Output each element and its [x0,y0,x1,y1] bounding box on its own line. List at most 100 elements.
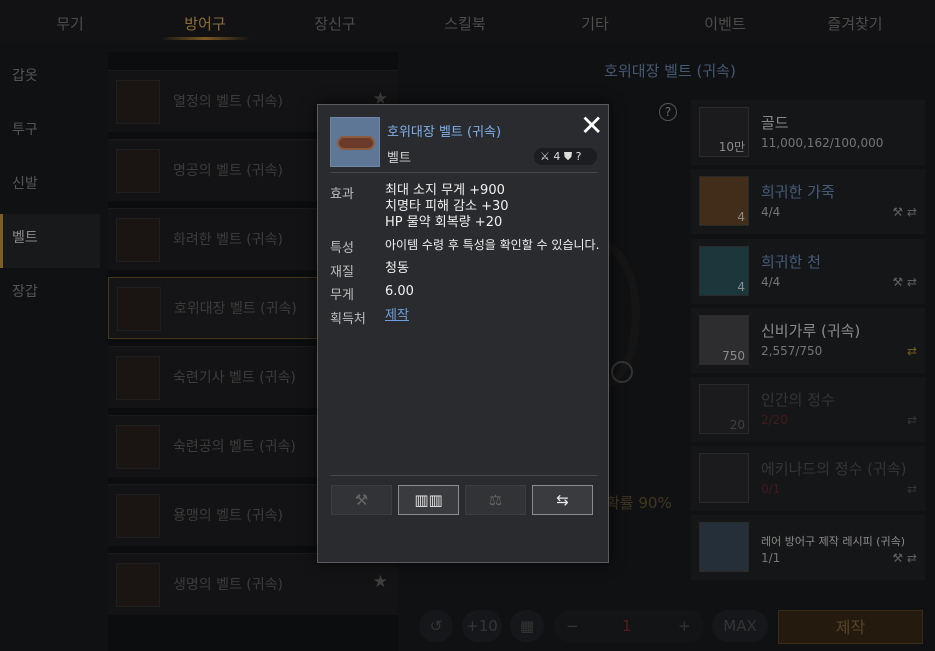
crafting-screen: 무기 방어구 장신구 스킬북 기타 이벤트 즐겨찾기 갑옷 투구 신발 벨트 장… [0,0,935,651]
side-item-gloves[interactable]: 장갑 [0,268,100,322]
magnify-icon[interactable] [611,361,633,383]
item-thumbnail [116,494,160,538]
material-amount: 0/1 [761,482,781,496]
weight-label: 무게 [330,288,354,303]
material-name: 에키나드의 정수 (귀속) [761,460,907,478]
essence-icon [699,453,749,503]
material-label: 재질 [330,265,354,280]
scale-icon[interactable]: ⚖ [465,485,526,515]
material-name: 레어 방어구 제작 레시피 (귀속) [761,535,906,548]
equip-icon[interactable]: ⇆ [532,485,593,515]
tooltip-item-name: 호위대장 벨트 (귀속) [387,125,502,140]
reset-button[interactable]: ↺ [419,610,453,642]
source-link[interactable]: 제작 [385,308,409,324]
plus-button[interactable]: + [678,610,691,642]
category-tabs: 무기 방어구 장신구 스킬북 기타 이벤트 즐겨찾기 [0,0,935,42]
leather-icon: 4 [699,176,749,226]
material-amount: 4/4 [761,205,781,219]
material-name: 희귀한 천 [761,253,821,271]
material-row[interactable]: 20 인간의 정수 2/20 ⇄ [691,377,925,442]
minus-button[interactable]: − [566,610,579,642]
item-name: 용맹의 벨트 (귀속) [173,508,283,524]
divider [330,172,598,173]
effect-line: 최대 소지 무게 +900 [385,183,505,198]
material-row[interactable]: 4 희귀한 가죽 4/4 ⚒ ⇄ [691,169,925,234]
material-row[interactable]: 에키나드의 정수 (귀속) 0/1 ⇄ [691,446,925,511]
item-name: 열정의 벨트 (귀속) [173,94,283,110]
success-rate: 확률 90% [606,494,672,512]
item-thumbnail [116,149,160,193]
material-row[interactable]: 레어 방어구 제작 레시피 (귀속) 1/1 ⚒ ⇄ [691,515,925,580]
craft-exchange-icon[interactable]: ⚒ ⇄ [892,551,917,565]
belt-icon [330,117,380,167]
weight-value: 6.00 [385,284,414,299]
source-label: 획득처 [330,312,366,327]
item-thumbnail [116,356,160,400]
effect-label: 효과 [330,187,354,202]
recipe-icon [699,522,749,572]
compare-icon[interactable]: ▥▥ [398,485,459,515]
material-name: 신비가루 (귀속) [761,322,861,340]
help-icon[interactable]: ? [659,103,677,121]
sub-category-menu: 갑옷 투구 신발 벨트 장갑 [0,52,100,322]
favorite-star-icon[interactable]: ★ [373,572,388,592]
material-name: 희귀한 가죽 [761,183,835,201]
material-amount: 2,557/750 [761,344,823,358]
item-thumbnail [116,425,160,469]
tab-weapon[interactable]: 무기 [0,0,140,42]
trait-label: 특성 [330,241,354,256]
material-row[interactable]: 4 희귀한 천 4/4 ⚒ ⇄ [691,239,925,304]
item-thumbnail [116,80,160,124]
material-value: 청동 [385,261,409,276]
item-name: 명공의 벨트 (귀속) [173,163,283,179]
tab-event[interactable]: 이벤트 [660,0,790,42]
quantity-value[interactable]: 1 [622,610,632,642]
side-item-helmet[interactable]: 투구 [0,106,100,160]
material-name: 인간의 정수 [761,391,835,409]
item-thumbnail [117,287,161,331]
anvil-icon[interactable]: ⚒ [331,485,392,515]
exchange-icon[interactable]: ⇄ [907,482,917,496]
calculator-button[interactable]: ▦ [510,610,544,642]
side-item-armor[interactable]: 갑옷 [0,52,100,106]
item-name: 생명의 벨트 (귀속) [173,577,283,593]
cloth-icon: 4 [699,246,749,296]
item-name: 호위대장 벨트 (귀속) [174,301,297,317]
material-row[interactable]: 750 신비가루 (귀속) 2,557/750 ⇄ [691,308,925,373]
material-amount: 4/4 [761,275,781,289]
craft-exchange-icon[interactable]: ⚒ ⇄ [892,275,917,289]
tab-armor[interactable]: 방어구 [140,0,270,42]
essence-icon: 20 [699,384,749,434]
gold-coin-icon: 10만 [699,107,749,157]
item-tooltip: 호위대장 벨트 (귀속) 벨트 ✕ ⚔ 4 ⛊ ? 효과 최대 소지 무게 +9… [317,104,609,563]
tab-accessory[interactable]: 장신구 [270,0,400,42]
divider [330,475,598,476]
exchange-icon[interactable]: ⇄ [907,413,917,427]
material-amount: 11,000,162/100,000 [761,136,884,150]
quantity-stepper: − 1 + [554,610,704,642]
effect-line: 치명타 피해 감소 +30 [385,199,509,214]
plus10-button[interactable]: +10 [462,610,502,642]
recipe-title: 호위대장 벨트 (귀속) [604,62,736,80]
craft-exchange-icon[interactable]: ⚒ ⇄ [892,205,917,219]
exchange-icon[interactable]: ⇄ [907,344,917,358]
craft-button[interactable]: 제작 [778,610,923,644]
item-name: 숙련공의 벨트 (귀속) [173,439,296,455]
item-thumbnail [116,563,160,607]
tab-etc[interactable]: 기타 [530,0,660,42]
max-button[interactable]: MAX [712,610,768,642]
close-icon[interactable]: ✕ [580,112,603,140]
trait-value: 아이템 수령 후 특성을 확인할 수 있습니다. [385,238,600,252]
item-name: 숙련기사 벨트 (귀속) [173,370,296,386]
side-item-belt[interactable]: 벨트 [0,214,100,268]
tooltip-item-type: 벨트 [387,151,411,166]
material-amount: 2/20 [761,413,788,427]
powder-icon: 750 [699,315,749,365]
material-row[interactable]: 10만 골드 11,000,162/100,000 [691,100,925,165]
tab-skillbook[interactable]: 스킬북 [400,0,530,42]
side-item-shoes[interactable]: 신발 [0,160,100,214]
material-name: 골드 [761,114,789,132]
tab-favorites[interactable]: 즐겨찾기 [790,0,920,42]
material-amount: 1/1 [761,551,781,565]
tier-badge: ⚔ 4 ⛊ ? [534,148,597,165]
